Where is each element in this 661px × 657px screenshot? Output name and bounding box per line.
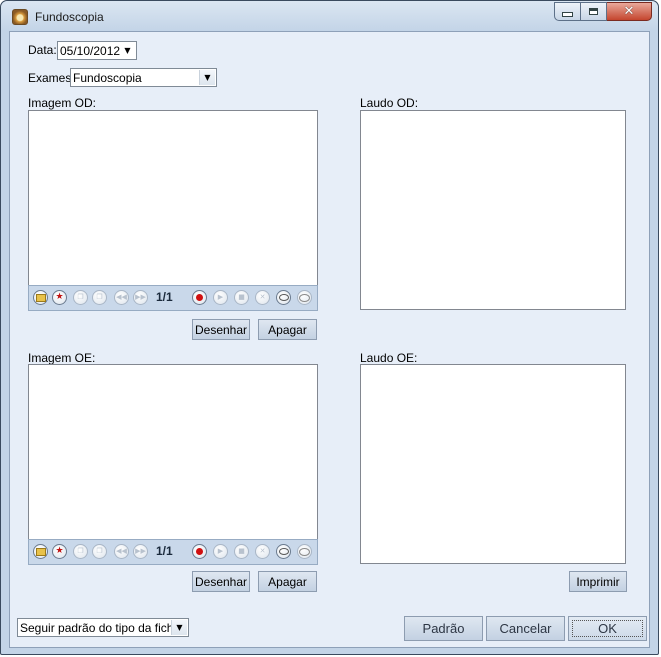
image-oe-viewer[interactable]: [28, 364, 318, 540]
play-icon[interactable]: ▶: [213, 290, 228, 305]
cancel-button[interactable]: Cancelar: [486, 616, 565, 641]
date-label: Data:: [28, 43, 57, 57]
close-button[interactable]: ✕: [607, 2, 652, 21]
image-od-toolbar: ★ ❐ ❐ ◀◀ ▶▶ 1/1 ▶ ■ ✕: [28, 285, 318, 311]
previous-icon[interactable]: ◀◀: [114, 290, 129, 305]
window-title: Fundoscopia: [35, 10, 104, 24]
template-select-value: Seguir padrão do tipo da ficha: [20, 621, 181, 635]
client-area: Data: 05/10/2012 ▼ Exames: Fundoscopia ▼…: [9, 31, 650, 648]
chevron-down-icon[interactable]: ▼: [120, 43, 135, 58]
chevron-down-icon[interactable]: ▼: [171, 620, 187, 635]
date-picker[interactable]: 05/10/2012 ▼: [57, 41, 137, 60]
exam-select[interactable]: Fundoscopia ▼: [70, 68, 217, 87]
report-oe-textarea[interactable]: [360, 364, 626, 564]
record-icon[interactable]: [192, 290, 207, 305]
paste-icon[interactable]: ❐: [92, 544, 107, 559]
window-controls: ✕: [554, 2, 652, 21]
focus-rectangle: [572, 620, 643, 637]
open-folder-icon[interactable]: [33, 544, 48, 559]
open-folder-icon[interactable]: [33, 290, 48, 305]
exam-label: Exames:: [28, 71, 75, 85]
date-value: 05/10/2012: [60, 44, 121, 58]
favorite-icon[interactable]: ★: [52, 544, 67, 559]
report-od-label: Laudo OD:: [360, 96, 419, 110]
maximize-button[interactable]: [581, 2, 607, 21]
erase-oe-button[interactable]: Apagar: [258, 571, 317, 592]
image-counter: 1/1: [156, 290, 173, 304]
eye-icon[interactable]: [297, 544, 312, 559]
favorite-icon[interactable]: ★: [52, 290, 67, 305]
draw-oe-button[interactable]: Desenhar: [192, 571, 250, 592]
report-oe-label: Laudo OE:: [360, 351, 418, 365]
copy-icon[interactable]: ❐: [73, 544, 88, 559]
template-select[interactable]: Seguir padrão do tipo da ficha ▼: [17, 618, 189, 637]
eye-icon[interactable]: [297, 290, 312, 305]
close-icon: ✕: [623, 4, 635, 19]
camera-icon[interactable]: [276, 290, 291, 305]
dialog-window: Fundoscopia ✕ Data: 05/10/2012 ▼ Exames:…: [0, 0, 659, 655]
chevron-down-icon[interactable]: ▼: [199, 70, 215, 85]
exam-value: Fundoscopia: [73, 71, 142, 85]
delete-icon[interactable]: ✕: [255, 290, 270, 305]
minimize-button[interactable]: [554, 2, 581, 21]
title-bar[interactable]: Fundoscopia ✕: [1, 1, 658, 31]
delete-icon[interactable]: ✕: [255, 544, 270, 559]
record-icon[interactable]: [192, 544, 207, 559]
maximize-icon: [589, 8, 598, 15]
ok-button[interactable]: OK: [568, 616, 647, 641]
app-eye-icon: [12, 9, 28, 25]
image-od-viewer[interactable]: [28, 110, 318, 286]
camera-icon[interactable]: [276, 544, 291, 559]
minimize-icon: [562, 12, 573, 17]
image-counter: 1/1: [156, 544, 173, 558]
play-icon[interactable]: ▶: [213, 544, 228, 559]
previous-icon[interactable]: ◀◀: [114, 544, 129, 559]
stop-icon[interactable]: ■: [234, 290, 249, 305]
print-button[interactable]: Imprimir: [569, 571, 627, 592]
default-button[interactable]: Padrão: [404, 616, 483, 641]
erase-od-button[interactable]: Apagar: [258, 319, 317, 340]
image-oe-toolbar: ★ ❐ ❐ ◀◀ ▶▶ 1/1 ▶ ■ ✕: [28, 539, 318, 565]
draw-od-button[interactable]: Desenhar: [192, 319, 250, 340]
report-od-textarea[interactable]: [360, 110, 626, 310]
image-od-label: Imagem OD:: [28, 96, 97, 110]
copy-icon[interactable]: ❐: [73, 290, 88, 305]
next-icon[interactable]: ▶▶: [133, 290, 148, 305]
stop-icon[interactable]: ■: [234, 544, 249, 559]
image-oe-label: Imagem OE:: [28, 351, 96, 365]
next-icon[interactable]: ▶▶: [133, 544, 148, 559]
paste-icon[interactable]: ❐: [92, 290, 107, 305]
